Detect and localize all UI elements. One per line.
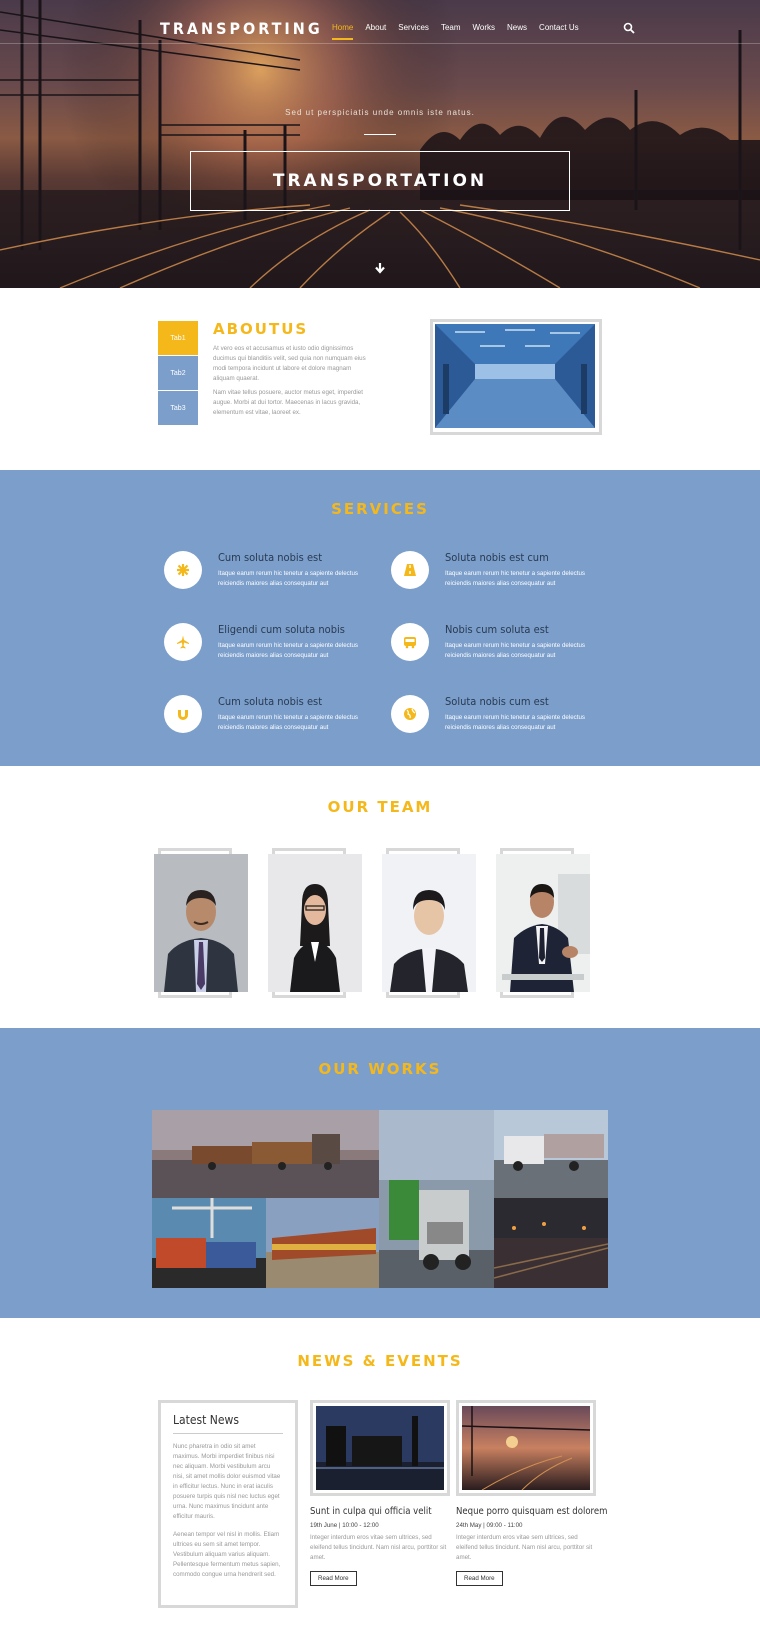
works-section: OUR WORKS <box>0 1028 760 1318</box>
about-tabs: Tab1 Tab2 Tab3 <box>158 321 198 426</box>
news-card-title[interactable]: Sunt in culpa qui officia velit <box>310 1506 450 1517</box>
news-image-railway-sunset[interactable] <box>456 1400 596 1496</box>
team-member-photo[interactable] <box>382 848 476 998</box>
about-section: Tab1 Tab2 Tab3 ABOUTUS At vero eos et ac… <box>0 288 760 470</box>
service-title: Soluta nobis cum est <box>445 695 549 708</box>
news-card: Neque porro quisquam est dolorem 24th Ma… <box>456 1400 607 1586</box>
service-text: Itaque earum rerum hic tenetur a sapient… <box>445 642 585 659</box>
latest-news-panel: Latest News Nunc pharetra in odio sit am… <box>158 1400 298 1608</box>
news-card-date: 19th June | 10:00 - 12:00 <box>310 1522 379 1529</box>
service-text: Itaque earum rerum hic tenetur a sapient… <box>218 714 358 731</box>
news-card-title[interactable]: Neque porro quisquam est dolorem <box>456 1506 607 1517</box>
work-image-containers[interactable] <box>152 1198 266 1288</box>
work-image-road-train[interactable] <box>152 1110 379 1198</box>
news-card: Sunt in culpa qui officia velit 19th Jun… <box>310 1400 450 1586</box>
about-warehouse-image <box>430 319 602 435</box>
news-card-date: 24th May | 09:00 - 11:00 <box>456 1522 523 1529</box>
latest-news-title: Latest News <box>173 1413 283 1434</box>
nav-team[interactable]: Team <box>441 23 461 40</box>
service-item: Cum soluta nobis est Itaque earum rerum … <box>164 695 384 739</box>
service-text: Itaque earum rerum hic tenetur a sapient… <box>218 642 358 659</box>
service-title: Soluta nobis est cum <box>445 551 549 564</box>
team-section: OUR TEAM <box>0 766 760 1028</box>
road-icon <box>391 551 429 589</box>
work-image-white-truck[interactable] <box>494 1110 608 1198</box>
news-card-text: Integer interdum eros vitae sem ultrices… <box>310 1534 447 1561</box>
hero-subtitle: Sed ut perspiciatis unde omnis iste natu… <box>285 108 475 117</box>
service-text: Itaque earum rerum hic tenetur a sapient… <box>218 570 358 587</box>
service-title: Eligendi cum soluta nobis <box>218 623 345 636</box>
hero-divider <box>364 134 396 135</box>
nav-about[interactable]: About <box>365 23 386 40</box>
news-card-text: Integer interdum eros vitae sem ultrices… <box>456 1534 593 1561</box>
service-item: Nobis cum soluta est Itaque earum rerum … <box>391 623 611 667</box>
arrow-down-icon[interactable] <box>374 262 386 274</box>
service-item: Soluta nobis cum est Itaque earum rerum … <box>391 695 611 739</box>
service-text: Itaque earum rerum hic tenetur a sapient… <box>445 714 585 731</box>
hero-section: TRANSPORTING Home About Services Team Wo… <box>0 0 760 288</box>
bus-icon <box>391 623 429 661</box>
news-image-factory[interactable] <box>310 1400 450 1496</box>
nav-news[interactable]: News <box>507 23 527 40</box>
services-section: SERVICES Cum soluta nobis est Itaque ear… <box>0 470 760 766</box>
service-title: Cum soluta nobis est <box>218 695 323 708</box>
plane-icon <box>164 623 202 661</box>
tab-1[interactable]: Tab1 <box>158 321 198 355</box>
search-icon[interactable] <box>623 22 635 34</box>
service-item: Soluta nobis est cum Itaque earum rerum … <box>391 551 611 595</box>
read-more-button[interactable]: Read More <box>310 1571 357 1586</box>
brand-logo[interactable]: TRANSPORTING <box>160 19 323 38</box>
work-image-rail-yard[interactable] <box>494 1198 608 1288</box>
main-nav: Home About Services Team Works News Cont… <box>332 23 579 40</box>
service-item: Cum soluta nobis est Itaque earum rerum … <box>164 551 384 595</box>
team-member-photo[interactable] <box>496 848 590 998</box>
service-title: Cum soluta nobis est <box>218 551 323 564</box>
hero-title: TRANSPORTATION <box>272 171 488 191</box>
nav-works[interactable]: Works <box>473 23 496 40</box>
services-title: SERVICES <box>331 500 429 518</box>
latest-news-paragraph-2: Aenean tempor vel nisl in mollis. Etiam … <box>173 1531 281 1578</box>
tab-2[interactable]: Tab2 <box>158 356 198 390</box>
top-navigation-bar: TRANSPORTING Home About Services Team Wo… <box>0 0 760 44</box>
nav-contact[interactable]: Contact Us <box>539 23 579 40</box>
team-member-photo[interactable] <box>268 848 362 998</box>
news-title: NEWS & EVENTS <box>297 1352 463 1370</box>
globe-icon <box>391 695 429 733</box>
nav-services[interactable]: Services <box>398 23 429 40</box>
team-member-photo[interactable] <box>154 848 248 998</box>
about-paragraph-1: At vero eos et accusamus et iusto odio d… <box>213 345 366 382</box>
service-text: Itaque earum rerum hic tenetur a sapient… <box>445 570 585 587</box>
team-title: OUR TEAM <box>327 798 433 816</box>
work-image-truck-sky[interactable] <box>379 1110 494 1288</box>
about-paragraph-2: Nam vitae tellus posuere, auctor metus e… <box>213 389 363 416</box>
news-section: NEWS & EVENTS Latest News Nunc pharetra … <box>0 1318 760 1640</box>
hero-title-box: TRANSPORTATION <box>190 151 570 211</box>
asterisk-icon <box>164 551 202 589</box>
works-title: OUR WORKS <box>318 1060 442 1078</box>
work-image-locomotive[interactable] <box>266 1198 379 1288</box>
magnet-icon <box>164 695 202 733</box>
tab-3[interactable]: Tab3 <box>158 391 198 425</box>
nav-home[interactable]: Home <box>332 23 354 40</box>
about-title: ABOUTUS <box>213 320 309 338</box>
read-more-button[interactable]: Read More <box>456 1571 503 1586</box>
service-title: Nobis cum soluta est <box>445 623 549 636</box>
latest-news-paragraph-1: Nunc pharetra in odio sit amet maximus. … <box>173 1443 281 1520</box>
service-item: Eligendi cum soluta nobis Itaque earum r… <box>164 623 384 667</box>
